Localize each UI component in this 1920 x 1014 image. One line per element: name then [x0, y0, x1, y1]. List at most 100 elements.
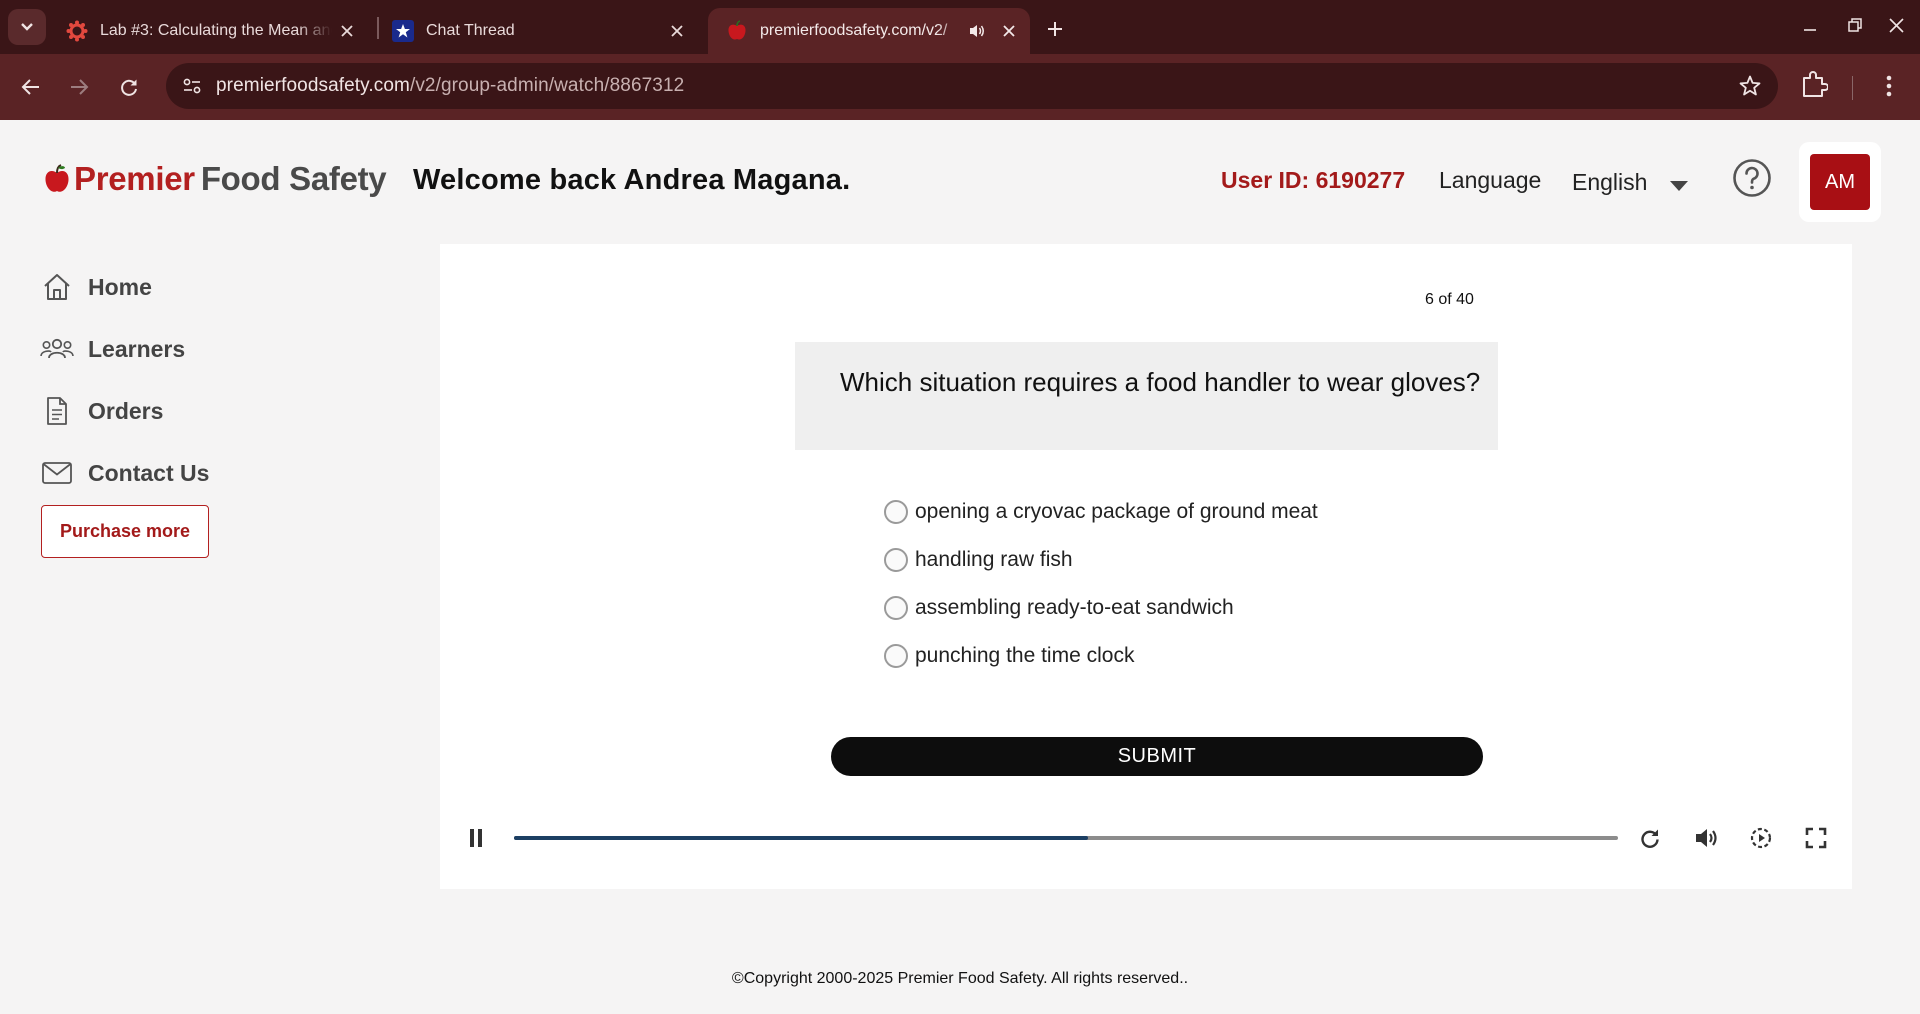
- radio-button[interactable]: [884, 500, 908, 524]
- back-button[interactable]: [14, 70, 48, 104]
- playback-speed-icon: [1750, 827, 1772, 849]
- tab-premier-food-safety[interactable]: premierfoodsafety.com/v2/: [708, 8, 1030, 54]
- sidebar-item-label: Orders: [88, 397, 164, 424]
- answer-option[interactable]: opening a cryovac package of ground meat: [884, 488, 1318, 536]
- purchase-more-button[interactable]: Purchase more: [41, 505, 209, 558]
- apple-logo-icon: [45, 164, 69, 192]
- puzzle-icon: [1803, 71, 1829, 97]
- restore-button[interactable]: [1835, 10, 1875, 40]
- new-tab-button[interactable]: [1040, 14, 1070, 44]
- pause-icon: [470, 829, 482, 847]
- toolbar-divider: [1852, 76, 1853, 100]
- answer-option[interactable]: punching the time clock: [884, 632, 1318, 680]
- answer-option-label: opening a cryovac package of ground meat: [915, 500, 1318, 523]
- language-value: English: [1572, 169, 1648, 195]
- url-path: /v2/group-admin/watch/8867312: [409, 75, 685, 96]
- browser-toolbar: premierfoodsafety.com/v2/group-admin/wat…: [0, 54, 1920, 120]
- sidebar-item-learners[interactable]: Learners: [40, 318, 209, 380]
- sidebar-nav: Home Learners Orders Contact Us: [40, 256, 209, 504]
- site-logo[interactable]: Premier Food Safety: [44, 160, 387, 198]
- submit-button[interactable]: SUBMIT: [831, 737, 1483, 776]
- url-text: premierfoodsafety.com/v2/group-admin/wat…: [216, 75, 684, 97]
- sidebar-item-label: Home: [88, 273, 152, 300]
- copyright-footer: ©Copyright 2000-2025 Premier Food Safety…: [731, 970, 1189, 987]
- avatar[interactable]: AM: [1810, 154, 1870, 210]
- kebab-menu-icon: [1886, 75, 1892, 97]
- user-id-label: User ID: 6190277: [1221, 167, 1406, 193]
- tab-title: Chat Thread: [426, 22, 515, 39]
- fullscreen-button[interactable]: [1804, 826, 1828, 855]
- chevron-down-icon: [21, 23, 33, 31]
- volume-button[interactable]: [1694, 826, 1720, 855]
- restore-icon: [1848, 18, 1862, 32]
- help-button[interactable]: [1732, 158, 1772, 203]
- plus-icon: [1048, 22, 1062, 36]
- avatar-container[interactable]: AM: [1799, 142, 1881, 222]
- tab-search-button[interactable]: [8, 9, 46, 45]
- browser-menu-button[interactable]: [1874, 70, 1904, 107]
- close-tab-icon[interactable]: [332, 16, 362, 46]
- question-text: Which situation requires a food handler …: [840, 367, 1481, 397]
- answer-options: opening a cryovac package of ground meat…: [884, 488, 1318, 680]
- extensions-button[interactable]: [1800, 70, 1829, 105]
- answer-option-label: assembling ready-to-eat sandwich: [915, 596, 1234, 619]
- canvas-logo-icon: [66, 20, 88, 42]
- tune-icon: [183, 78, 201, 94]
- pause-button[interactable]: [468, 828, 484, 853]
- arrow-right-icon: [71, 79, 89, 95]
- minimize-button[interactable]: [1790, 10, 1830, 40]
- star-outline-icon: [1739, 75, 1761, 96]
- replay-button[interactable]: [1638, 826, 1662, 855]
- star-favicon-icon: [392, 20, 414, 42]
- close-icon: [1888, 17, 1904, 33]
- tab-title: premierfoodsafety.com/v2/: [760, 22, 948, 39]
- mail-icon: [40, 461, 74, 485]
- tab-title: Lab #3: Calculating the Mean and: [100, 22, 332, 39]
- player-controls: [440, 810, 1852, 866]
- playback-speed-button[interactable]: [1749, 826, 1773, 855]
- forward-button[interactable]: [62, 70, 96, 104]
- video-quiz-player: 6 of 40 Which situation requires a food …: [440, 244, 1852, 889]
- browser-tabstrip: Lab #3: Calculating the Mean and Chat Th…: [0, 0, 1920, 54]
- progress-track[interactable]: [514, 836, 1618, 840]
- bookmark-button[interactable]: [1738, 74, 1762, 103]
- question-box: Which situation requires a food handler …: [795, 342, 1498, 450]
- url-host: premierfoodsafety.com: [216, 75, 410, 96]
- sidebar-item-orders[interactable]: Orders: [40, 380, 209, 442]
- close-window-button[interactable]: [1876, 10, 1916, 40]
- brand-name-premier: Premier: [74, 160, 195, 197]
- site-settings-button[interactable]: [176, 70, 208, 102]
- minimize-icon: [1804, 29, 1816, 31]
- tab-chat-thread[interactable]: Chat Thread: [374, 8, 698, 54]
- radio-button[interactable]: [884, 596, 908, 620]
- answer-option-label: handling raw fish: [915, 548, 1073, 571]
- radio-button[interactable]: [884, 548, 908, 572]
- volume-icon: [1696, 829, 1717, 847]
- reload-button[interactable]: [112, 70, 146, 104]
- sidebar-item-label: Contact Us: [88, 459, 210, 486]
- close-tab-icon[interactable]: [994, 16, 1024, 46]
- home-icon: [40, 272, 74, 302]
- sidebar-item-contact-us[interactable]: Contact Us: [40, 442, 209, 504]
- language-select[interactable]: English: [1572, 167, 1689, 198]
- tab-lab3[interactable]: Lab #3: Calculating the Mean and: [48, 8, 368, 54]
- caret-down-icon: [1669, 171, 1689, 198]
- sidebar-item-home[interactable]: Home: [40, 256, 209, 318]
- replay-icon: [1641, 829, 1659, 848]
- address-bar[interactable]: premierfoodsafety.com/v2/group-admin/wat…: [166, 63, 1778, 109]
- sidebar-item-label: Learners: [88, 335, 186, 362]
- arrow-left-icon: [21, 79, 39, 95]
- question-circle-icon: [1733, 159, 1771, 197]
- audio-playing-icon[interactable]: [968, 23, 986, 39]
- answer-option-label: punching the time clock: [915, 644, 1135, 667]
- apple-favicon-icon: [726, 20, 748, 42]
- answer-option[interactable]: assembling ready-to-eat sandwich: [884, 584, 1318, 632]
- answer-option[interactable]: handling raw fish: [884, 536, 1318, 584]
- reload-icon: [121, 79, 137, 96]
- page: Premier Food Safety Welcome back Andrea …: [0, 120, 1920, 1014]
- progress-fill: [514, 836, 1089, 840]
- radio-button[interactable]: [884, 644, 908, 668]
- users-icon: [40, 336, 74, 362]
- language-label: Language: [1439, 167, 1542, 193]
- close-tab-icon[interactable]: [662, 16, 692, 46]
